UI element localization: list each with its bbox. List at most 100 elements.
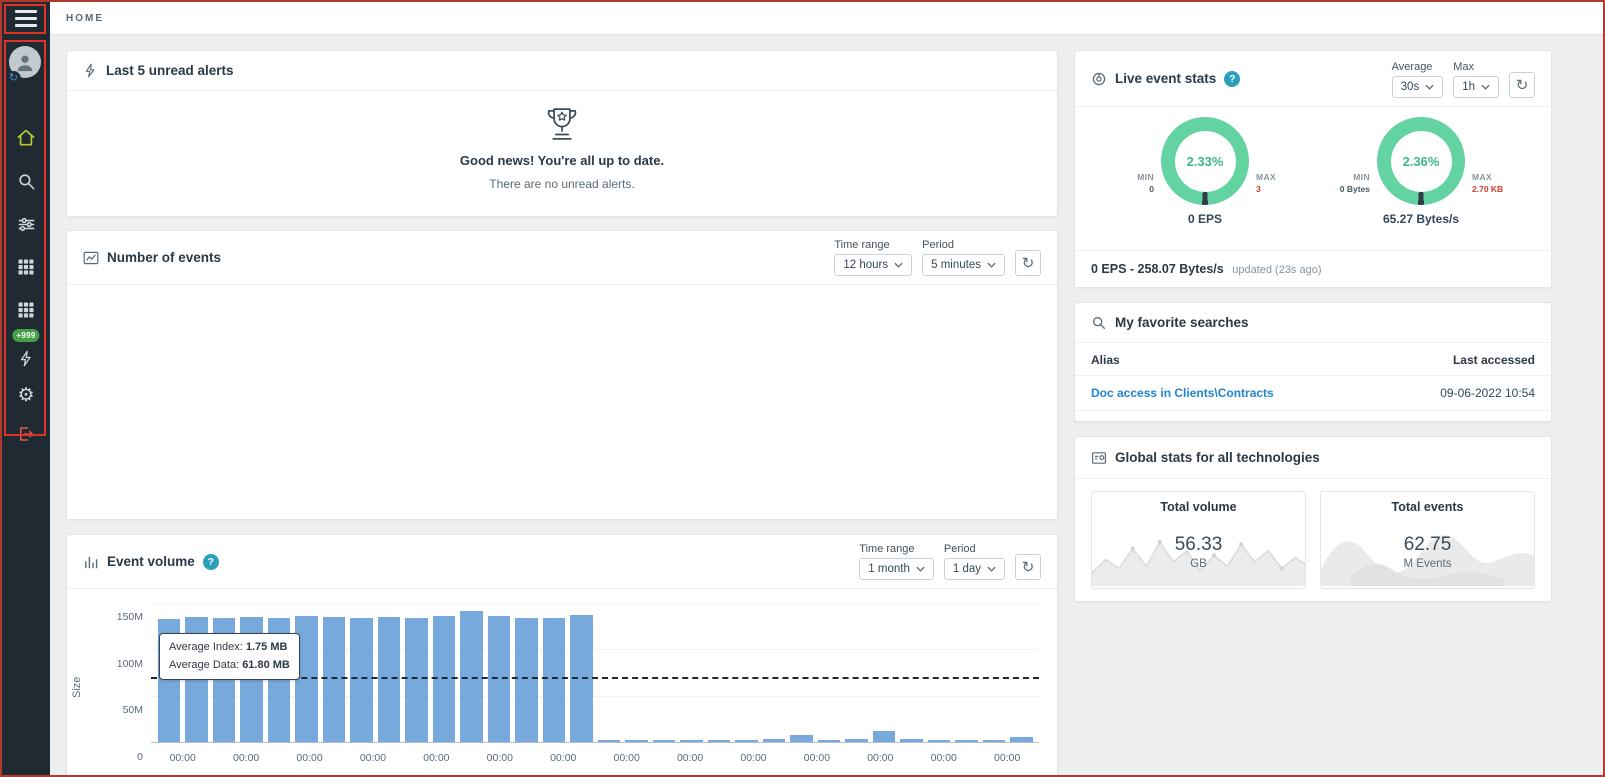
y-axis-label: Size (71, 617, 83, 757)
sidebar-item-search[interactable] (13, 169, 39, 193)
min-value: 0 Bytes (1331, 184, 1370, 194)
period-select[interactable]: 5 minutes (922, 254, 1005, 276)
time-range-label: Time range (859, 543, 934, 555)
bar-chart-icon (83, 554, 99, 570)
logout-icon (17, 425, 35, 443)
period-select[interactable]: 1 day (944, 558, 1005, 580)
x-tick-label: 00:00 (740, 752, 766, 764)
time-range-label: Time range (834, 239, 912, 251)
gear-icon: ⚙ (17, 386, 34, 405)
grid-icon (17, 258, 35, 276)
time-range-select[interactable]: 1 month (859, 558, 934, 580)
card-title: Global stats for all technologies (1115, 450, 1320, 465)
alerts-subtext: There are no unread alerts. (489, 177, 634, 191)
refresh-button[interactable]: ↻ (1015, 554, 1041, 580)
volume-bar[interactable] (983, 740, 1006, 742)
tile-value: 56.33 (1175, 534, 1223, 556)
line-chart-icon (83, 250, 99, 266)
refresh-button[interactable]: ↻ (1509, 72, 1535, 98)
volume-bar[interactable] (735, 740, 758, 742)
bytes-donut-chart: 2.36% (1377, 117, 1465, 205)
avatar[interactable]: ↻ (9, 46, 43, 84)
max-select[interactable]: 1h (1453, 76, 1499, 98)
volume-bar[interactable] (708, 740, 731, 742)
help-icon[interactable]: ? (203, 554, 219, 570)
tile-unit: GB (1190, 558, 1207, 570)
last-accessed-value: 09-06-2022 10:54 (1440, 386, 1535, 400)
max-label: MAX (1472, 172, 1511, 182)
sidebar-item-filters[interactable] (13, 212, 39, 236)
volume-bar[interactable] (680, 740, 703, 742)
min-value: 0 (1115, 184, 1154, 194)
help-icon[interactable]: ? (1224, 71, 1240, 87)
time-range-select[interactable]: 12 hours (834, 254, 912, 276)
average-select[interactable]: 30s (1392, 76, 1444, 98)
dashboard-page: ↻ +999 ⚙ HOME (0, 0, 1605, 777)
hamburger-menu-icon[interactable] (15, 10, 37, 27)
sidebar-item-home[interactable] (13, 126, 39, 150)
max-label: Max (1453, 61, 1499, 73)
x-axis-ticks: 00:00 00:00 00:00 00:00 00:00 00:00 00:00 00:00… (151, 743, 1039, 764)
volume-bar[interactable] (405, 618, 428, 742)
x-tick-label: 00:00 (804, 752, 830, 764)
sidebar-item-settings[interactable]: ⚙ (13, 383, 39, 407)
x-tick-label: 00:00 (867, 752, 893, 764)
sliders-icon (17, 215, 36, 234)
x-tick-label: 00:00 (487, 752, 513, 764)
unread-alerts-card: Last 5 unread alerts Good news! You're a… (66, 50, 1058, 217)
home-icon (16, 128, 36, 148)
volume-bar[interactable] (543, 618, 566, 742)
sidebar-item-alerts[interactable] (13, 346, 39, 370)
volume-bar[interactable] (900, 739, 923, 742)
volume-bar[interactable] (625, 740, 648, 742)
volume-bar[interactable] (818, 740, 841, 742)
chevron-down-icon (1425, 84, 1434, 90)
volume-bar[interactable] (790, 735, 813, 742)
sidebar-item-dashboards[interactable] (13, 298, 39, 322)
min-label: MIN (1331, 172, 1370, 182)
live-stats-footer: 0 EPS - 258.07 Bytes/s updated (23s ago) (1075, 250, 1551, 287)
report-icon (1091, 450, 1107, 466)
footer-note: updated (23s ago) (1232, 264, 1321, 276)
max-value: 2.70 KB (1472, 184, 1511, 194)
volume-bar[interactable] (350, 618, 373, 742)
volume-bar[interactable] (955, 740, 978, 742)
volume-bar[interactable] (598, 740, 621, 742)
tile-label: Total volume (1092, 492, 1305, 518)
volume-bar[interactable] (763, 739, 786, 742)
volume-bar[interactable] (378, 617, 401, 742)
donut-percent: 2.36% (1403, 154, 1440, 169)
volume-bar[interactable] (928, 740, 951, 742)
x-tick-label: 00:00 (550, 752, 576, 764)
sidebar-item-apps[interactable] (13, 255, 39, 279)
volume-bar[interactable] (873, 731, 896, 742)
refresh-button[interactable]: ↻ (1015, 250, 1041, 276)
period-label: Period (944, 543, 1005, 555)
volume-bar[interactable] (1010, 737, 1033, 742)
volume-bar[interactable] (653, 740, 676, 742)
max-label: MAX (1256, 172, 1295, 182)
x-tick-label: 00:00 (994, 752, 1020, 764)
favorite-search-link[interactable]: Doc access in Clients\Contracts (1091, 386, 1274, 400)
chart-tooltip: Average Index: 1.75 MB Average Data: 61.… (159, 633, 300, 680)
volume-bar[interactable] (515, 618, 538, 742)
sidebar: ↻ +999 ⚙ (2, 2, 50, 775)
column-last-accessed: Last accessed (1453, 353, 1535, 367)
average-label: Average (1392, 61, 1444, 73)
x-tick-label: 00:00 (170, 752, 196, 764)
tile-label: Total events (1321, 492, 1534, 518)
column-alias: Alias (1091, 353, 1120, 367)
breadcrumb: HOME (66, 13, 104, 24)
x-tick-label: 00:00 (614, 752, 640, 764)
volume-bar[interactable] (845, 739, 868, 742)
period-label: Period (922, 239, 1005, 251)
alerts-headline: Good news! You're all up to date. (460, 153, 664, 168)
eps-donut-group: MIN 0 2.33% 0 EPS MAX 3 (1115, 117, 1295, 226)
annotation-box-sidebar (4, 40, 46, 436)
chevron-down-icon (987, 262, 996, 268)
chevron-down-icon (916, 566, 925, 572)
sidebar-item-logout[interactable] (13, 422, 39, 446)
total-volume-tile: Total volume 56.33 GB (1091, 491, 1306, 589)
volume-bar[interactable] (323, 617, 346, 742)
eps-donut-chart: 2.33% (1161, 117, 1249, 205)
